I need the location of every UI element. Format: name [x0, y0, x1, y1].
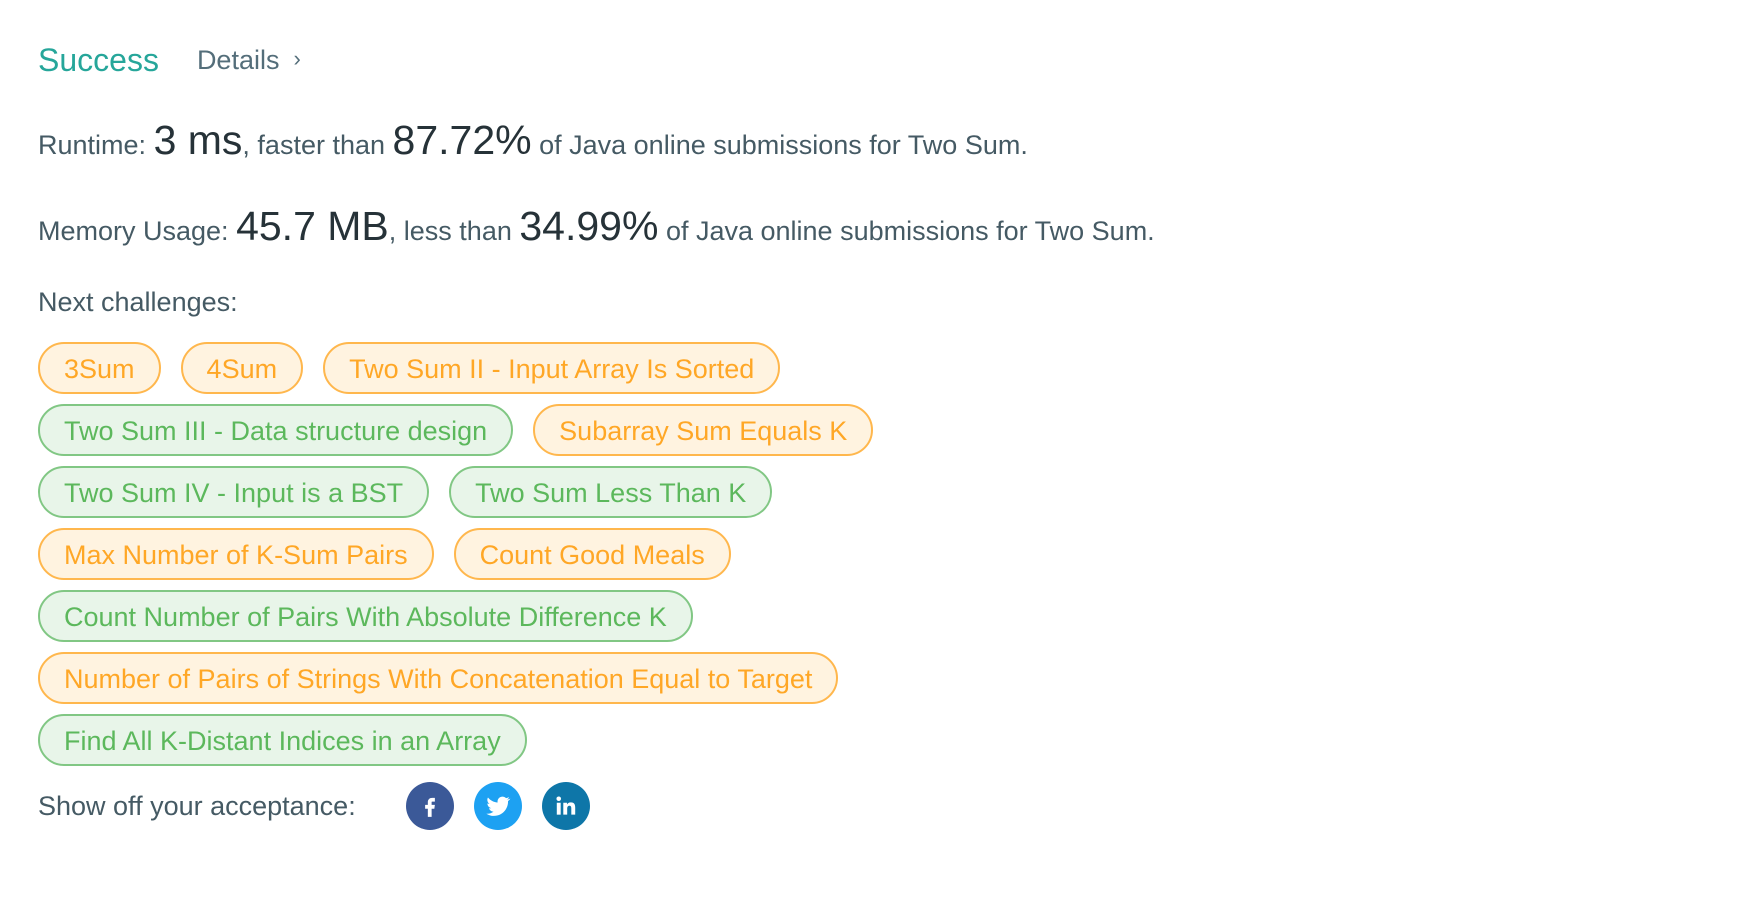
chip-row: Number of Pairs of Strings With Concaten…: [38, 652, 1038, 704]
chip-row: Two Sum III - Data structure design Suba…: [38, 404, 1038, 456]
challenge-chip[interactable]: Two Sum Less Than K: [449, 466, 773, 518]
next-challenges-list: 3Sum 4Sum Two Sum II - Input Array Is So…: [38, 342, 1038, 766]
runtime-value: 3 ms: [153, 117, 243, 163]
linkedin-icon[interactable]: [541, 782, 590, 830]
details-label: Details: [196, 44, 280, 75]
memory-tail: of Java online submissions for Two Sum.: [665, 216, 1155, 246]
memory-mid: , less than: [388, 216, 512, 246]
chip-row: Two Sum IV - Input is a BST Two Sum Less…: [38, 466, 1038, 518]
runtime-line: Runtime: 3 ms, faster than 87.72% of Jav…: [38, 116, 1740, 164]
chip-row: 3Sum 4Sum Two Sum II - Input Array Is So…: [38, 342, 1038, 394]
chip-row: Find All K-Distant Indices in an Array: [38, 714, 1038, 766]
share-label: Show off your acceptance:: [38, 790, 356, 821]
runtime-percent: 87.72%: [392, 117, 532, 163]
challenge-chip[interactable]: Subarray Sum Equals K: [533, 404, 874, 456]
challenge-chip[interactable]: Two Sum III - Data structure design: [38, 404, 514, 456]
memory-percent: 34.99%: [519, 203, 659, 249]
chevron-right-icon: ›: [293, 46, 301, 71]
status-row: Success Details ›: [38, 38, 1740, 82]
challenge-chip[interactable]: Count Good Meals: [453, 528, 731, 580]
chip-row: Count Number of Pairs With Absolute Diff…: [38, 590, 1038, 642]
status-success: Success: [38, 41, 159, 78]
share-row: Show off your acceptance:: [38, 782, 1740, 830]
runtime-tail: of Java online submissions for Two Sum.: [539, 130, 1028, 160]
challenge-chip[interactable]: Two Sum II - Input Array Is Sorted: [323, 342, 781, 394]
memory-line: Memory Usage: 45.7 MB, less than 34.99% …: [38, 202, 1740, 250]
submission-result-panel: Success Details › Runtime: 3 ms, faster …: [0, 0, 1740, 922]
twitter-icon[interactable]: [473, 782, 522, 830]
challenge-chip[interactable]: 4Sum: [180, 342, 304, 394]
details-link[interactable]: Details ›: [197, 45, 301, 76]
memory-label: Memory Usage:: [38, 216, 229, 246]
challenge-chip[interactable]: 3Sum: [38, 342, 161, 394]
memory-value: 45.7 MB: [236, 203, 389, 249]
challenge-chip[interactable]: Count Number of Pairs With Absolute Diff…: [38, 590, 693, 642]
runtime-mid: , faster than: [242, 130, 386, 160]
next-challenges-label: Next challenges:: [38, 287, 238, 317]
chip-row: Max Number of K-Sum Pairs Count Good Mea…: [38, 528, 1038, 580]
facebook-icon[interactable]: [405, 782, 454, 830]
challenge-chip[interactable]: Two Sum IV - Input is a BST: [38, 466, 430, 518]
challenge-chip[interactable]: Max Number of K-Sum Pairs: [38, 528, 434, 580]
runtime-label: Runtime:: [38, 130, 147, 160]
challenge-chip[interactable]: Number of Pairs of Strings With Concaten…: [38, 652, 839, 704]
challenge-chip[interactable]: Find All K-Distant Indices in an Array: [38, 714, 527, 766]
